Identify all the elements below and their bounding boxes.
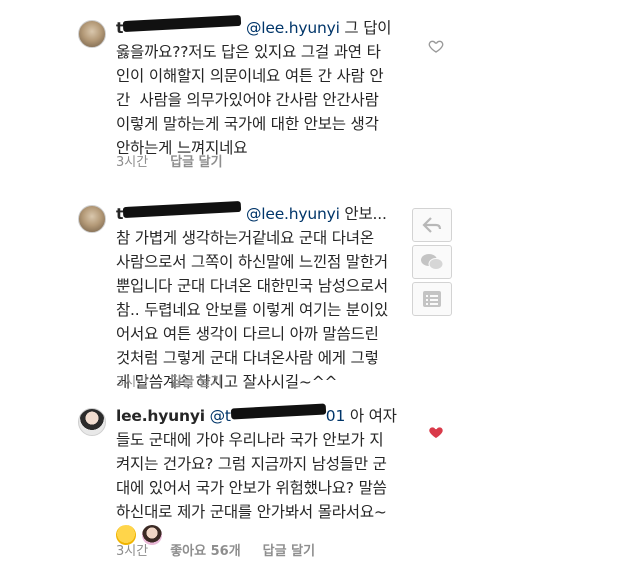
mention-link[interactable]: @t 01 bbox=[209, 403, 346, 425]
reply-button[interactable]: 답글 달기 bbox=[263, 540, 315, 559]
list-icon bbox=[423, 291, 441, 307]
timestamp: 3시간 bbox=[116, 155, 149, 170]
speech-bubbles-icon bbox=[421, 254, 444, 270]
comment-action-buttons bbox=[412, 208, 456, 316]
heart-icon[interactable] bbox=[428, 38, 444, 54]
report-action-button[interactable] bbox=[412, 282, 452, 316]
mention-handle: @t bbox=[209, 407, 231, 425]
redaction-mark bbox=[230, 403, 327, 420]
username[interactable]: t bbox=[116, 19, 123, 37]
redaction-mark bbox=[123, 14, 242, 33]
avatar[interactable] bbox=[78, 205, 106, 233]
mention-tail: 01 bbox=[325, 407, 346, 425]
comment-meta: 3시간 답글 달기 bbox=[116, 371, 223, 390]
avatar[interactable] bbox=[78, 20, 106, 48]
reply-button[interactable]: 답글 달기 bbox=[170, 151, 222, 170]
username[interactable]: lee.hyunyi bbox=[116, 407, 205, 425]
reply-action-button[interactable] bbox=[412, 208, 452, 242]
likes-count[interactable]: 좋아요 56개 bbox=[170, 540, 240, 559]
username[interactable]: t bbox=[116, 205, 123, 223]
mention-link[interactable]: @lee.hyunyi bbox=[246, 205, 340, 223]
redaction-mark bbox=[123, 200, 242, 219]
comment-text: t @lee.hyunyi 안보... 참 가볍게 생각하는거같네요 군대 다녀… bbox=[116, 200, 401, 394]
timestamp: 3시간 bbox=[116, 375, 149, 390]
mention-link[interactable]: @lee.hyunyi bbox=[246, 19, 340, 37]
comment-body: 안보... 참 가볍게 생각하는거같네요 군대 다녀온 사람으로서 그쪽이 하신… bbox=[116, 205, 389, 391]
reply-arrow-icon bbox=[422, 217, 442, 233]
comment-meta: 3시간 좋아요 56개 답글 달기 bbox=[116, 540, 315, 559]
comment-text: lee.hyunyi @t 01 아 여자 들도 군대에 가야 우리나라 국가 안… bbox=[116, 403, 401, 548]
comment-body: 그 답이 옳을까요??저도 답은 있지요 그걸 과연 타 인이 이해할지 의문이… bbox=[116, 19, 392, 157]
reply-button[interactable]: 답글 달기 bbox=[170, 371, 222, 390]
heart-filled-icon[interactable] bbox=[428, 424, 444, 440]
comment-meta: 3시간 답글 달기 bbox=[116, 151, 223, 170]
avatar[interactable] bbox=[78, 408, 106, 436]
timestamp: 3시간 bbox=[116, 544, 149, 559]
message-action-button[interactable] bbox=[412, 245, 452, 279]
comment-text: t @lee.hyunyi 그 답이 옳을까요??저도 답은 있지요 그걸 과연… bbox=[116, 14, 401, 160]
